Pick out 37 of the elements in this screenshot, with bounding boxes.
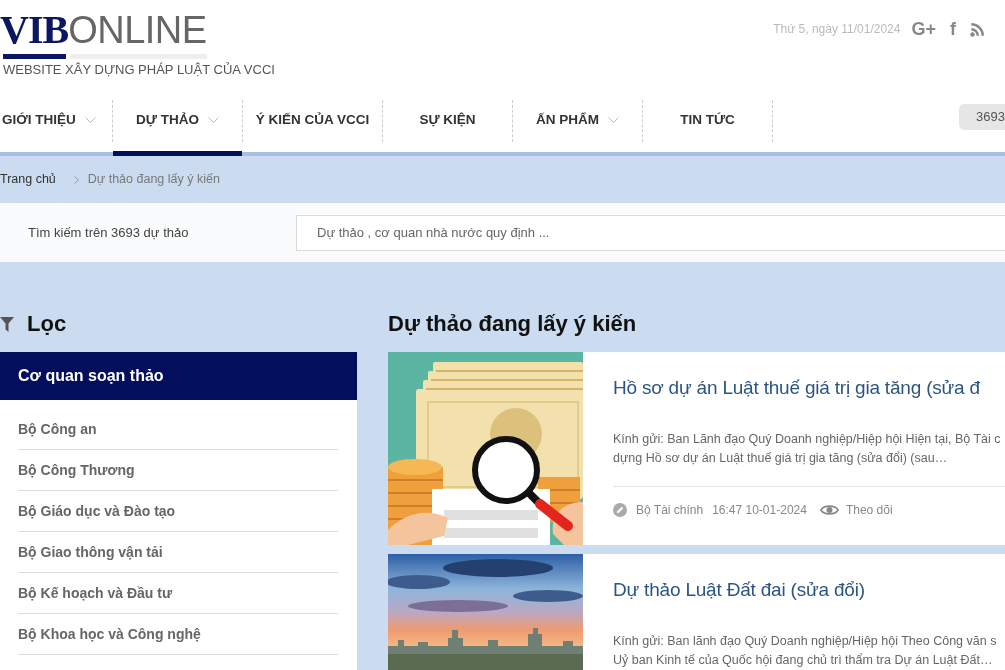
social-link[interactable]: G+	[911, 19, 936, 39]
draft-counter: 3693	[959, 104, 1005, 130]
pencil-icon	[613, 503, 627, 517]
nav-tab[interactable]: ẤN PHẨM	[513, 100, 642, 156]
filter-option[interactable]: Bộ Giao thông vận tải	[18, 532, 338, 573]
site-logo[interactable]: VIBONLINE	[0, 10, 207, 59]
section-heading: Dự thảo đang lấy ý kiến	[388, 310, 638, 338]
filter-option[interactable]: Bộ Kế hoạch và Đầu tư	[18, 573, 338, 614]
nav-tab[interactable]: Ý KIẾN CỦA VCCI	[243, 100, 382, 156]
search-label: Tìm kiếm trên 3693 dự thảo	[27, 223, 190, 242]
nav-tab[interactable]: GIỚI THIỆU	[0, 100, 112, 156]
follow-link[interactable]: Theo dõi	[845, 501, 893, 519]
site-tagline: WEBSITE XÂY DỰNG PHÁP LUẬT CỦA VCCI	[3, 61, 275, 79]
draft-title[interactable]: Dự thảo Luật Đất đai (sửa đổi)	[613, 578, 1005, 602]
draft-time: 16:47 10-01-2024	[712, 502, 807, 519]
rss-icon[interactable]	[970, 21, 985, 37]
search-field[interactable]: Dự thảo , cơ quan nhà nước quy định ...	[296, 214, 1005, 251]
current-date: Thứ 5, ngày 11/01/2024	[773, 21, 901, 38]
draft-agency: Bộ Tài chính	[636, 502, 704, 519]
nav-tab[interactable]: SỰ KIỆN	[383, 100, 512, 156]
breadcrumb-current: Dự thảo đang lấy ý kiến	[87, 171, 220, 189]
breadcrumb-link[interactable]: Trang chủ	[0, 170, 56, 189]
chevron-right-icon	[73, 175, 79, 184]
draft-title[interactable]: Hồ sơ dự án Luật thuế giá trị gia tăng (sửa đ	[613, 376, 1005, 400]
filter-icon	[0, 316, 14, 332]
nav-tab[interactable]: TIN TỨC	[643, 100, 772, 156]
eye-icon	[819, 504, 839, 516]
filter-heading: Lọc	[27, 310, 67, 338]
panel-header: Cơ quan soạn thảo	[0, 352, 357, 400]
social-link[interactable]: f	[950, 19, 956, 39]
filter-option[interactable]: Bộ Giáo dục và Đào tạo	[18, 491, 338, 532]
draft-excerpt: Kính gửi: Ban lãnh đạo Quý Doanh nghiệp/Hiệp hội Theo Công văn s Uỷ ban Kinh tế của Quốc hội đang chủ trì thẩm tra Dự án Luật Đất…	[613, 633, 998, 669]
nav-tab[interactable]: DỰ THẢO	[113, 100, 242, 156]
filter-option[interactable]: Bộ Khoa học và Công nghệ	[18, 614, 338, 655]
filter-option[interactable]: Bộ Công an	[18, 409, 338, 450]
draft-excerpt: Kính gửi: Ban Lãnh đạo Quý Doanh nghiệp/Hiệp hội Hiện tại, Bộ Tài c dựng Hồ sơ dự án Luật thuế giá trị gia tăng (sửa đổi) (sau…	[613, 431, 1002, 467]
filter-option[interactable]: Bộ Công Thương	[18, 450, 338, 491]
